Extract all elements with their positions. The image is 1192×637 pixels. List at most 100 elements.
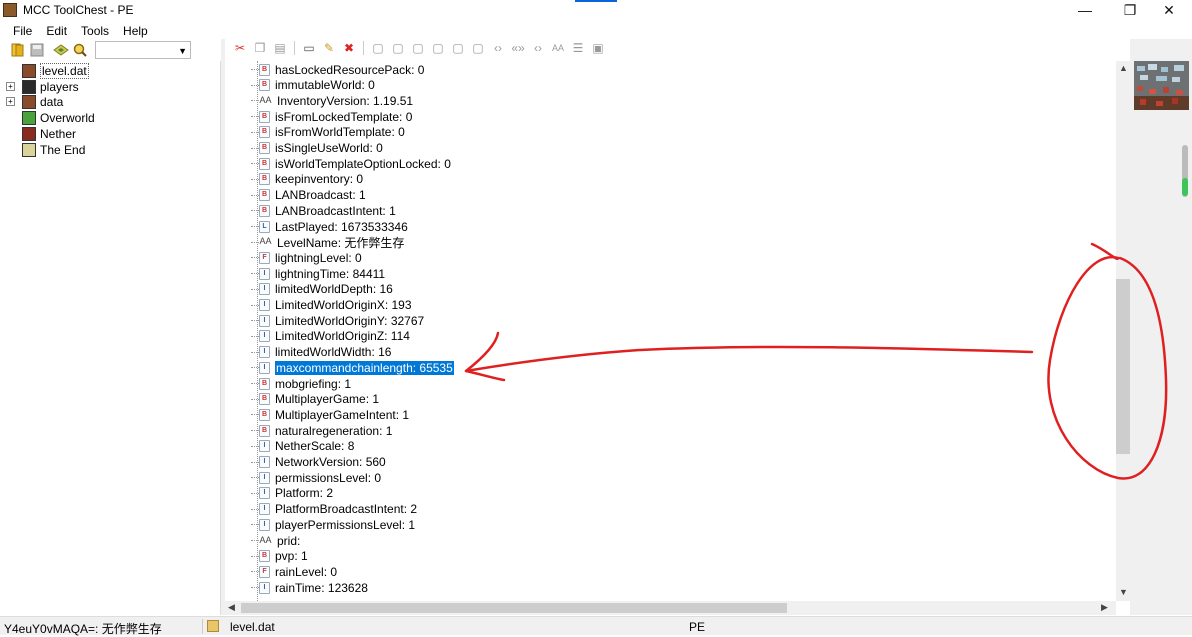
edit-icon[interactable]: ✎ <box>321 40 337 56</box>
nbt-row[interactable]: AA prid: <box>251 533 300 548</box>
copy-icon[interactable]: ❐ <box>252 40 268 56</box>
nbt-row[interactable]: I Platform: 2 <box>251 486 333 501</box>
add-long-icon[interactable]: ▢ <box>430 40 446 56</box>
status-key: Y4euY0vMAQA=: 无作弊生存 <box>4 622 162 636</box>
nbt-row-text: LANBroadcast: 1 <box>275 188 366 203</box>
world-combo[interactable]: ▼ <box>95 41 191 59</box>
horizontal-scroll-thumb[interactable] <box>241 603 787 613</box>
nbt-row[interactable]: BisWorldTemplateOptionLocked: 0 <box>251 156 451 171</box>
delete-icon[interactable]: ✖ <box>341 40 357 56</box>
add-int-icon[interactable]: ▢ <box>410 40 426 56</box>
nbt-row-text: LevelName: 无作弊生存 <box>277 235 405 250</box>
tree-item-the-end[interactable]: The End <box>22 142 85 158</box>
rename-icon[interactable]: ▭ <box>301 40 317 56</box>
nbt-row[interactable]: I NetworkVersion: 560 <box>251 455 386 470</box>
tree-connector <box>251 273 259 275</box>
nbt-row[interactable]: IrainTime: 123628 <box>251 580 368 595</box>
int-tag-icon: I <box>259 503 270 516</box>
close-button[interactable]: ✕ <box>1146 0 1192 20</box>
tree-item-data[interactable]: data <box>22 94 63 110</box>
nbt-row[interactable]: AA InventoryVersion: 1.19.51 <box>251 93 413 108</box>
add-double-icon[interactable]: ▢ <box>470 40 486 56</box>
nbt-row[interactable]: IlightningTime: 84411 <box>251 266 385 281</box>
tree-expander-icon[interactable]: + <box>6 97 15 107</box>
menu-tools[interactable]: Tools <box>74 24 116 38</box>
nbt-row[interactable]: Bkeepinventory: 0 <box>251 172 363 187</box>
nbt-row[interactable]: I NetherScale: 8 <box>251 439 354 454</box>
save-icon[interactable] <box>29 42 45 58</box>
nbt-row-text: pvp: 1 <box>275 549 308 564</box>
nbt-row[interactable]: I LimitedWorldOriginY: 32767 <box>251 313 424 328</box>
tree-connector <box>251 430 259 432</box>
add-compound-icon[interactable]: ▣ <box>590 40 606 56</box>
tree-item-overworld[interactable]: Overworld <box>22 110 95 126</box>
map-icon[interactable] <box>53 42 69 58</box>
int-tag-icon: I <box>259 581 270 594</box>
vertical-scroll-thumb[interactable] <box>1116 279 1130 454</box>
scroll-left-icon[interactable]: ◀ <box>228 602 235 613</box>
nbt-row[interactable]: IplayerPermissionsLevel: 1 <box>251 517 415 532</box>
tree-item-level-dat[interactable]: level.dat <box>22 63 89 79</box>
minimize-button[interactable]: — <box>1062 0 1108 20</box>
nbt-row[interactable]: Bpvp: 1 <box>251 549 308 564</box>
cut-icon[interactable]: ✂ <box>232 40 248 56</box>
int-tag-icon: I <box>259 346 270 359</box>
nbt-row-text: NetherScale: 8 <box>275 439 355 454</box>
add-long-array-icon[interactable]: ‹› <box>530 40 546 56</box>
add-float-icon[interactable]: ▢ <box>450 40 466 56</box>
add-int-array-icon[interactable]: «» <box>510 40 526 56</box>
open-folder-icon[interactable] <box>10 42 26 58</box>
nbt-row[interactable]: IlimitedWorldDepth: 16 <box>251 282 393 297</box>
tree-connector <box>251 147 259 149</box>
nbt-row[interactable]: B LANBroadcast: 1 <box>251 188 366 203</box>
scroll-right-icon[interactable]: ▶ <box>1101 602 1108 613</box>
add-list-icon[interactable]: ☰ <box>570 40 586 56</box>
nbt-row-selected[interactable]: Imaxcommandchainlength: 65535 <box>251 360 454 375</box>
nbt-row[interactable]: IlimitedWorldWidth: 16 <box>251 345 391 360</box>
nbt-row[interactable]: I PlatformBroadcastIntent: 2 <box>251 502 417 517</box>
nbt-row[interactable]: FrainLevel: 0 <box>251 564 337 579</box>
nbt-row[interactable]: BhasLockedResourcePack: 0 <box>251 62 424 77</box>
menu-edit[interactable]: Edit <box>39 24 74 38</box>
tree-item-nether[interactable]: Nether <box>22 126 76 142</box>
long-tag-icon: L <box>259 220 270 233</box>
add-short-icon[interactable]: ▢ <box>390 40 406 56</box>
scroll-down-icon[interactable]: ▼ <box>1119 587 1128 597</box>
nbt-row[interactable]: I LimitedWorldOriginZ: 114 <box>251 329 410 344</box>
tree-connector <box>251 445 259 447</box>
nbt-row[interactable]: BisFromLockedTemplate: 0 <box>251 109 412 124</box>
paste-icon[interactable]: ▤ <box>272 40 288 56</box>
menu-file[interactable]: File <box>6 24 39 38</box>
nbt-row[interactable]: B MultiplayerGame: 1 <box>251 392 379 407</box>
horizontal-scrollbar[interactable]: ◀ ▶ <box>225 601 1116 615</box>
nbt-row-text: LimitedWorldOriginY: 32767 <box>275 313 425 328</box>
add-string-icon[interactable]: AA <box>550 40 566 56</box>
nbt-row[interactable]: Bmobgriefing: 1 <box>251 376 351 391</box>
menu-help[interactable]: Help <box>116 24 155 38</box>
float-tag-icon: F <box>259 251 270 264</box>
nbt-row[interactable]: BimmutableWorld: 0 <box>251 78 375 93</box>
nbt-row[interactable]: IpermissionsLevel: 0 <box>251 470 381 485</box>
nbt-row[interactable]: L LastPlayed: 1673533346 <box>251 219 408 234</box>
search-icon[interactable] <box>72 42 88 58</box>
tree-expander-icon[interactable]: + <box>6 81 15 91</box>
nbt-row[interactable]: AA LevelName: 无作弊生存 <box>251 235 404 250</box>
scroll-up-icon[interactable]: ▲ <box>1119 63 1128 73</box>
add-byte-array-icon[interactable]: ‹› <box>490 40 506 56</box>
nbt-row[interactable]: FlightningLevel: 0 <box>251 250 362 265</box>
int-tag-icon: I <box>259 299 270 311</box>
nbt-row[interactable]: B MultiplayerGameIntent: 1 <box>251 407 409 422</box>
app-chest-icon <box>3 3 17 17</box>
nbt-row[interactable]: BisFromWorldTemplate: 0 <box>251 125 405 140</box>
tree-connector <box>251 477 259 479</box>
tree-item-label: Nether <box>40 126 77 141</box>
nbt-row[interactable]: Bnaturalregeneration: 1 <box>251 423 392 438</box>
nbt-row[interactable]: I LimitedWorldOriginX: 193 <box>251 298 412 313</box>
title-bar: MCC ToolChest - PE — ❐ ✕ <box>0 0 1192 20</box>
nbt-row[interactable]: B LANBroadcastIntent: 1 <box>251 203 396 218</box>
tree-item-players[interactable]: players <box>22 79 79 95</box>
nbt-row[interactable]: BisSingleUseWorld: 0 <box>251 141 383 156</box>
add-byte-icon[interactable]: ▢ <box>370 40 386 56</box>
vertical-scrollbar[interactable]: ▲ ▼ <box>1116 61 1130 601</box>
int-tag-icon: I <box>259 267 270 280</box>
